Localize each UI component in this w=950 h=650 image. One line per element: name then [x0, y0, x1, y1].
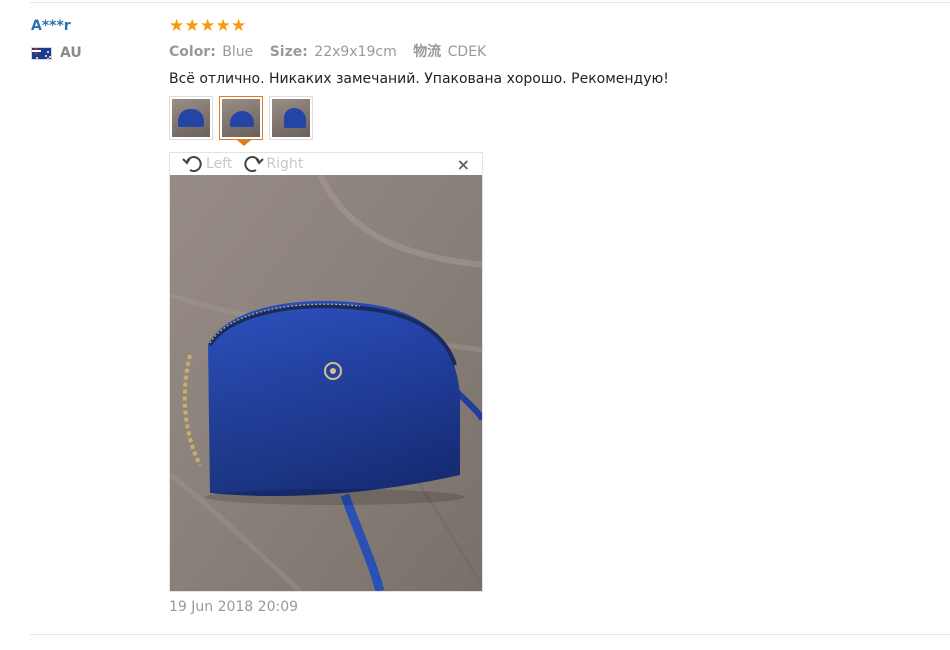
viewer-toolbar: Left Right × — [170, 153, 482, 175]
attribute-shipping: 物流 CDEK — [413, 44, 498, 60]
attribute-value: CDEK — [447, 44, 487, 60]
rotate-right-icon — [244, 156, 265, 173]
star-icon: ★ — [184, 16, 200, 36]
attribute-size: Size: 22x9x19cm — [270, 44, 413, 60]
star-icon: ★ — [231, 16, 247, 36]
thumbnail-image — [272, 99, 310, 137]
thumbnail-1[interactable] — [169, 96, 213, 140]
bag-photo — [170, 175, 482, 591]
close-icon[interactable]: × — [457, 156, 470, 174]
attribute-value: 22x9x19cm — [314, 44, 397, 60]
rating-stars: ★ ★ ★ ★ ★ — [169, 16, 929, 36]
star-icon: ★ — [169, 16, 185, 36]
reviewer-info: A***r AU — [31, 16, 151, 62]
divider-bottom — [30, 634, 950, 635]
photo-viewer: Left Right × — [169, 152, 483, 592]
review-photo — [170, 175, 482, 591]
rotate-right-label: Right — [266, 156, 304, 172]
australia-flag-icon — [31, 46, 52, 60]
divider-top — [30, 2, 950, 3]
reviewer-country: AU — [31, 44, 151, 62]
product-attributes: Color: Blue Size: 22x9x19cm 物流 CDEK — [169, 40, 929, 64]
thumbnail-image — [172, 99, 210, 137]
thumbnail-2[interactable] — [219, 96, 263, 140]
rotate-left-label: Left — [206, 156, 233, 172]
country-code: AU — [60, 45, 82, 61]
thumbnail-3[interactable] — [269, 96, 313, 140]
review-date: 19 Jun 2018 20:09 — [169, 599, 299, 615]
attribute-label: Size: — [269, 44, 308, 60]
review-page: A***r AU ★ ★ ★ ★ ★ Color: Blue Size: 22x9x19… — [0, 0, 950, 650]
attribute-label: 物流 — [413, 44, 442, 60]
rotate-left-icon — [182, 156, 202, 173]
attribute-value: Blue — [222, 44, 254, 60]
rotate-left-button[interactable]: Left — [182, 154, 232, 174]
review-body: ★ ★ ★ ★ ★ Color: Blue Size: 22x9x19cm 物流 CDE… — [169, 16, 929, 146]
photo-thumbnails — [169, 96, 929, 146]
active-thumbnail-caret-icon — [237, 140, 251, 146]
rotate-right-button[interactable]: Right — [242, 154, 303, 174]
attribute-color: Color: Blue — [169, 44, 270, 60]
reviewer-name[interactable]: A***r — [31, 16, 151, 36]
review-text: Всё отлично. Никаких замечаний. Упакован… — [169, 71, 669, 87]
star-icon: ★ — [215, 16, 231, 36]
star-icon: ★ — [200, 16, 216, 36]
thumbnail-image — [222, 99, 260, 137]
attribute-label: Color: — [169, 44, 216, 60]
